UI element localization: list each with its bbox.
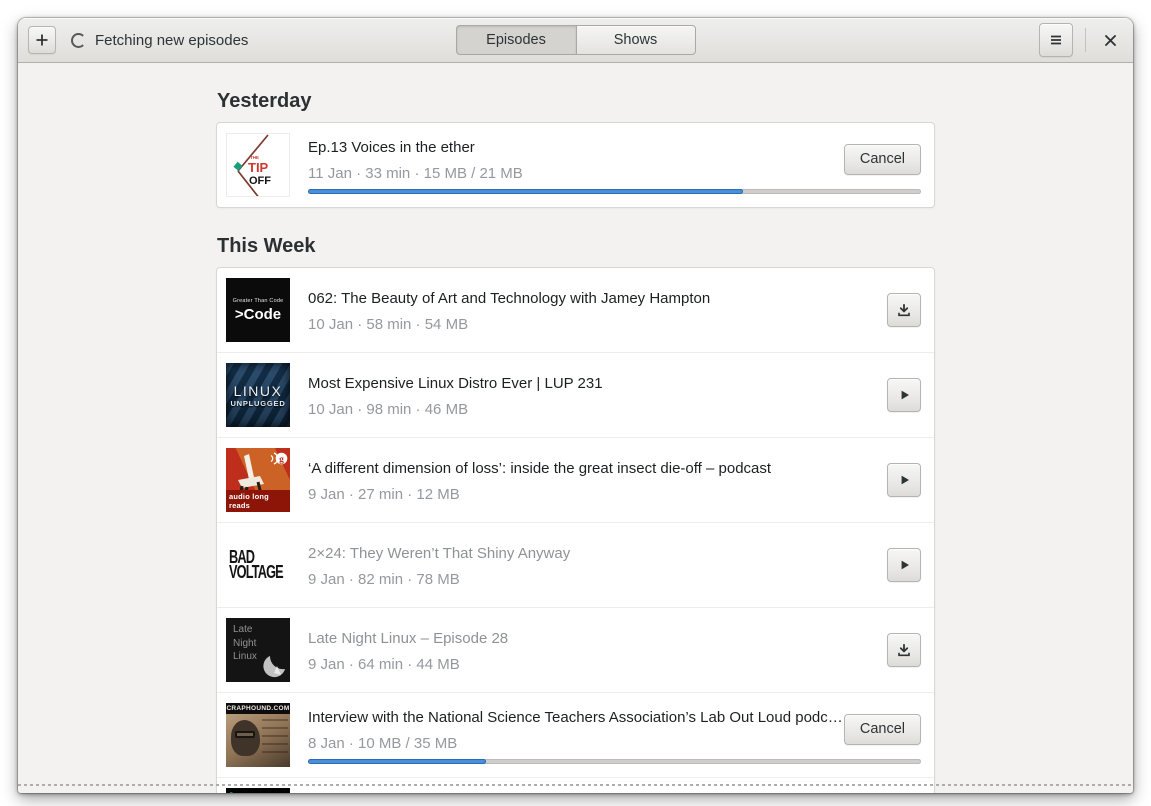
episode-row-tip-off: THE TIP OFF Ep.13 Voices in the ether 11… <box>217 123 934 207</box>
podcast-artwork-craphound: CRAPHOUND.COM <box>226 703 290 767</box>
episode-meta: 9 Jan · 27 min · 12 MB <box>308 485 460 503</box>
podcast-artwork-the-tip-off: THE TIP OFF <box>226 133 290 197</box>
tab-episodes[interactable]: Episodes <box>455 25 576 55</box>
episodes-scroll-area[interactable]: Yesterday THE TIP OFF Ep.13 Voices in th… <box>18 63 1133 793</box>
artwork-text: LINUX <box>233 382 283 399</box>
download-progress-fill <box>308 759 486 764</box>
episode-meta: 9 Jan · 82 min · 78 MB <box>308 570 460 588</box>
play-button[interactable] <box>887 463 921 497</box>
status-text: Fetching new episodes <box>95 31 249 49</box>
cancel-download-button[interactable]: Cancel <box>843 143 921 175</box>
episode-title: Late Night Linux – Episode 28 <box>308 629 509 647</box>
hamburger-menu-icon <box>1051 35 1061 45</box>
artwork-background-shelves <box>262 719 288 759</box>
loading-spinner-icon <box>71 32 86 48</box>
section-title-yesterday: Yesterday <box>217 90 312 112</box>
episode-meta: 9 Jan · 64 min · 44 MB <box>308 655 460 673</box>
section-title-this-week: This Week <box>217 235 316 257</box>
cancel-download-button[interactable]: Cancel <box>843 713 921 745</box>
episode-row-craphound: CRAPHOUND.COM Interview with the Nationa… <box>217 692 934 777</box>
podcast-artwork-bad-voltage: BAD VOLTAGE <box>226 533 290 597</box>
episode-row-linux-unplugged: LINUX UNPLUGGED Most Expensive Linux Dis… <box>217 352 934 437</box>
play-button[interactable] <box>887 548 921 582</box>
artwork-text-off: OFF <box>249 175 271 187</box>
episode-meta: 8 Jan · 10 MB / 35 MB <box>308 734 458 752</box>
download-button[interactable] <box>887 633 921 667</box>
artwork-text-tip: TIP <box>248 160 269 175</box>
artwork-text: VOLTAGE <box>229 561 284 584</box>
artwork-text: Greater Than Code <box>232 297 284 304</box>
podcast-artwork-greater-than-code: Greater Than Code >Code <box>226 278 290 342</box>
artwork-portrait <box>231 720 260 756</box>
plus-icon <box>36 34 48 46</box>
play-icon <box>901 475 909 485</box>
podcast-artwork-linux-unplugged: LINUX UNPLUGGED <box>226 363 290 427</box>
menu-button[interactable] <box>1039 23 1073 57</box>
episode-row-late-night-linux: Late Night Linux Late Night Linux – Epis… <box>217 607 934 692</box>
episode-title: 2×24: They Weren’t That Shiny Anyway <box>308 544 571 562</box>
artwork-text: Late <box>233 624 253 635</box>
view-switcher: Episodes Shows <box>455 25 696 55</box>
artwork-text: >Code <box>234 305 282 323</box>
episode-row-greater-than-code: Greater Than Code >Code 062: The Beauty … <box>217 268 934 352</box>
add-podcast-button[interactable] <box>28 26 56 54</box>
artwork-text: audio long reads <box>226 490 290 512</box>
header-separator <box>1085 28 1086 52</box>
artwork-text: Night <box>233 637 257 649</box>
artwork-text: CRAPHOUND.COM <box>226 703 290 714</box>
yesterday-card: THE TIP OFF Ep.13 Voices in the ether 11… <box>216 122 935 208</box>
download-progressbar <box>308 189 921 194</box>
close-icon <box>1104 34 1116 46</box>
episode-title: Ep.13 Voices in the ether <box>308 138 475 156</box>
tab-shows[interactable]: Shows <box>575 25 696 55</box>
artwork-text: > <box>230 790 236 793</box>
download-progressbar <box>308 759 921 764</box>
this-week-card: Greater Than Code >Code 062: The Beauty … <box>216 267 935 793</box>
play-button[interactable] <box>887 378 921 412</box>
download-button[interactable] <box>887 293 921 327</box>
play-icon <box>901 390 909 400</box>
episode-row-bad-voltage: BAD VOLTAGE 2×24: They Weren’t That Shin… <box>217 522 934 607</box>
episode-title: 062: The Beauty of Art and Technology wi… <box>308 289 711 307</box>
app-window: Fetching new episodes Episodes Shows Yes… <box>18 18 1133 793</box>
episode-row-audio-long-reads: g audio long reads ‘A different dimensio… <box>217 437 934 522</box>
scroll-undershoot-indicator <box>18 784 1133 786</box>
svg-text:g: g <box>279 455 284 465</box>
download-icon <box>898 304 910 317</box>
crescent-moon-graphic <box>263 656 285 678</box>
artwork-text: UNPLUGGED <box>230 398 286 408</box>
episode-title: ‘A different dimension of loss’: inside … <box>308 459 772 477</box>
headerbar-right <box>1039 23 1125 57</box>
episode-title: Interview with the National Science Teac… <box>308 708 843 726</box>
guardian-logo-icon: g <box>270 452 288 465</box>
episode-meta: 11 Jan · 33 min · 15 MB / 21 MB <box>308 164 523 182</box>
close-button[interactable] <box>1095 25 1125 55</box>
play-icon <box>901 560 909 570</box>
episode-meta: 10 Jan · 58 min · 54 MB <box>308 315 469 333</box>
download-progress-fill <box>308 189 744 194</box>
episode-meta: 10 Jan · 98 min · 46 MB <box>308 400 469 418</box>
download-icon <box>898 644 910 657</box>
podcast-artwork-audio-long-reads: g audio long reads <box>226 448 290 512</box>
podcast-artwork-irl: > IRL <box>226 788 290 793</box>
episode-title: Most Expensive Linux Distro Ever | LUP 2… <box>308 374 603 392</box>
podcast-artwork-late-night-linux: Late Night Linux <box>226 618 290 682</box>
artwork-glasses <box>235 731 255 738</box>
headerbar: Fetching new episodes Episodes Shows <box>18 18 1133 63</box>
